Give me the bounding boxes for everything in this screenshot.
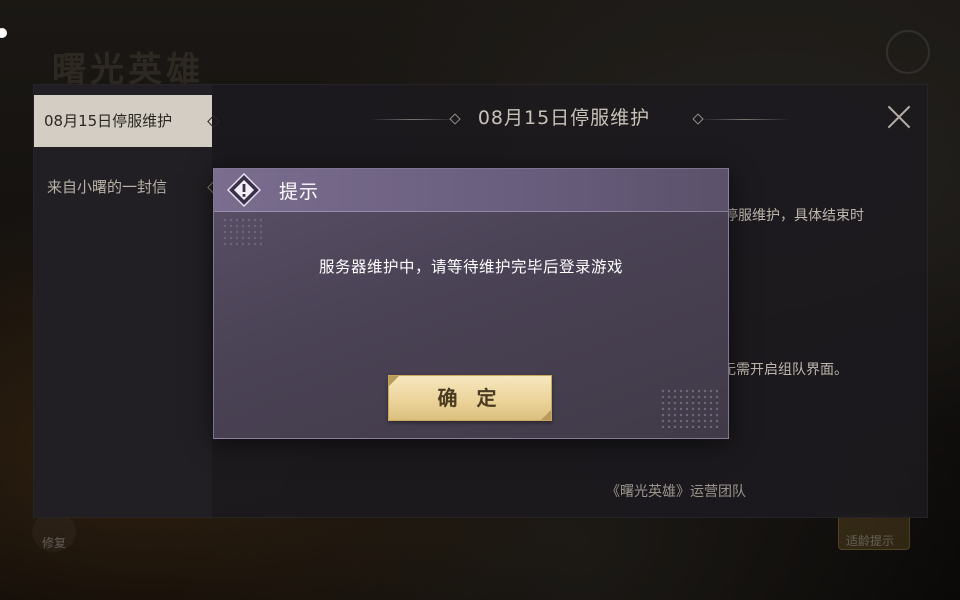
sidebar-item-label: 08月15日停服维护 bbox=[44, 112, 173, 130]
dialog-message: 服务器维护中，请等待维护完毕后登录游戏 bbox=[318, 258, 623, 276]
announcement-body-line: 停服维护，具体结束时 bbox=[724, 208, 864, 224]
announcement-title: 08月15日停服维护 bbox=[477, 107, 651, 129]
announcement-sidebar: 08月15日停服维护 来自小曙的一封信 bbox=[34, 85, 220, 517]
warning-diamond-icon bbox=[227, 173, 261, 207]
sidebar-item-maintenance[interactable]: 08月15日停服维护 bbox=[34, 95, 220, 147]
decorative-dots bbox=[222, 217, 262, 247]
dialog-header: 提示 bbox=[214, 169, 728, 212]
alert-dialog: 提示 服务器维护中，请等待维护完毕后登录游戏 确 定 bbox=[213, 168, 729, 439]
close-icon[interactable] bbox=[884, 102, 914, 132]
decorative-dots bbox=[660, 388, 720, 428]
diamond-icon bbox=[207, 115, 220, 128]
sidebar-item-label: 来自小曙的一封信 bbox=[47, 178, 168, 196]
title-divider-right bbox=[700, 119, 790, 120]
announcement-body-line: 无需开启组队界面。 bbox=[722, 362, 848, 378]
confirm-button[interactable]: 确 定 bbox=[388, 375, 552, 421]
announcement-signature: 《曙光英雄》运营团队 bbox=[606, 484, 746, 500]
dialog-title: 提示 bbox=[279, 181, 320, 203]
sidebar-item-letter[interactable]: 来自小曙的一封信 bbox=[34, 161, 220, 213]
